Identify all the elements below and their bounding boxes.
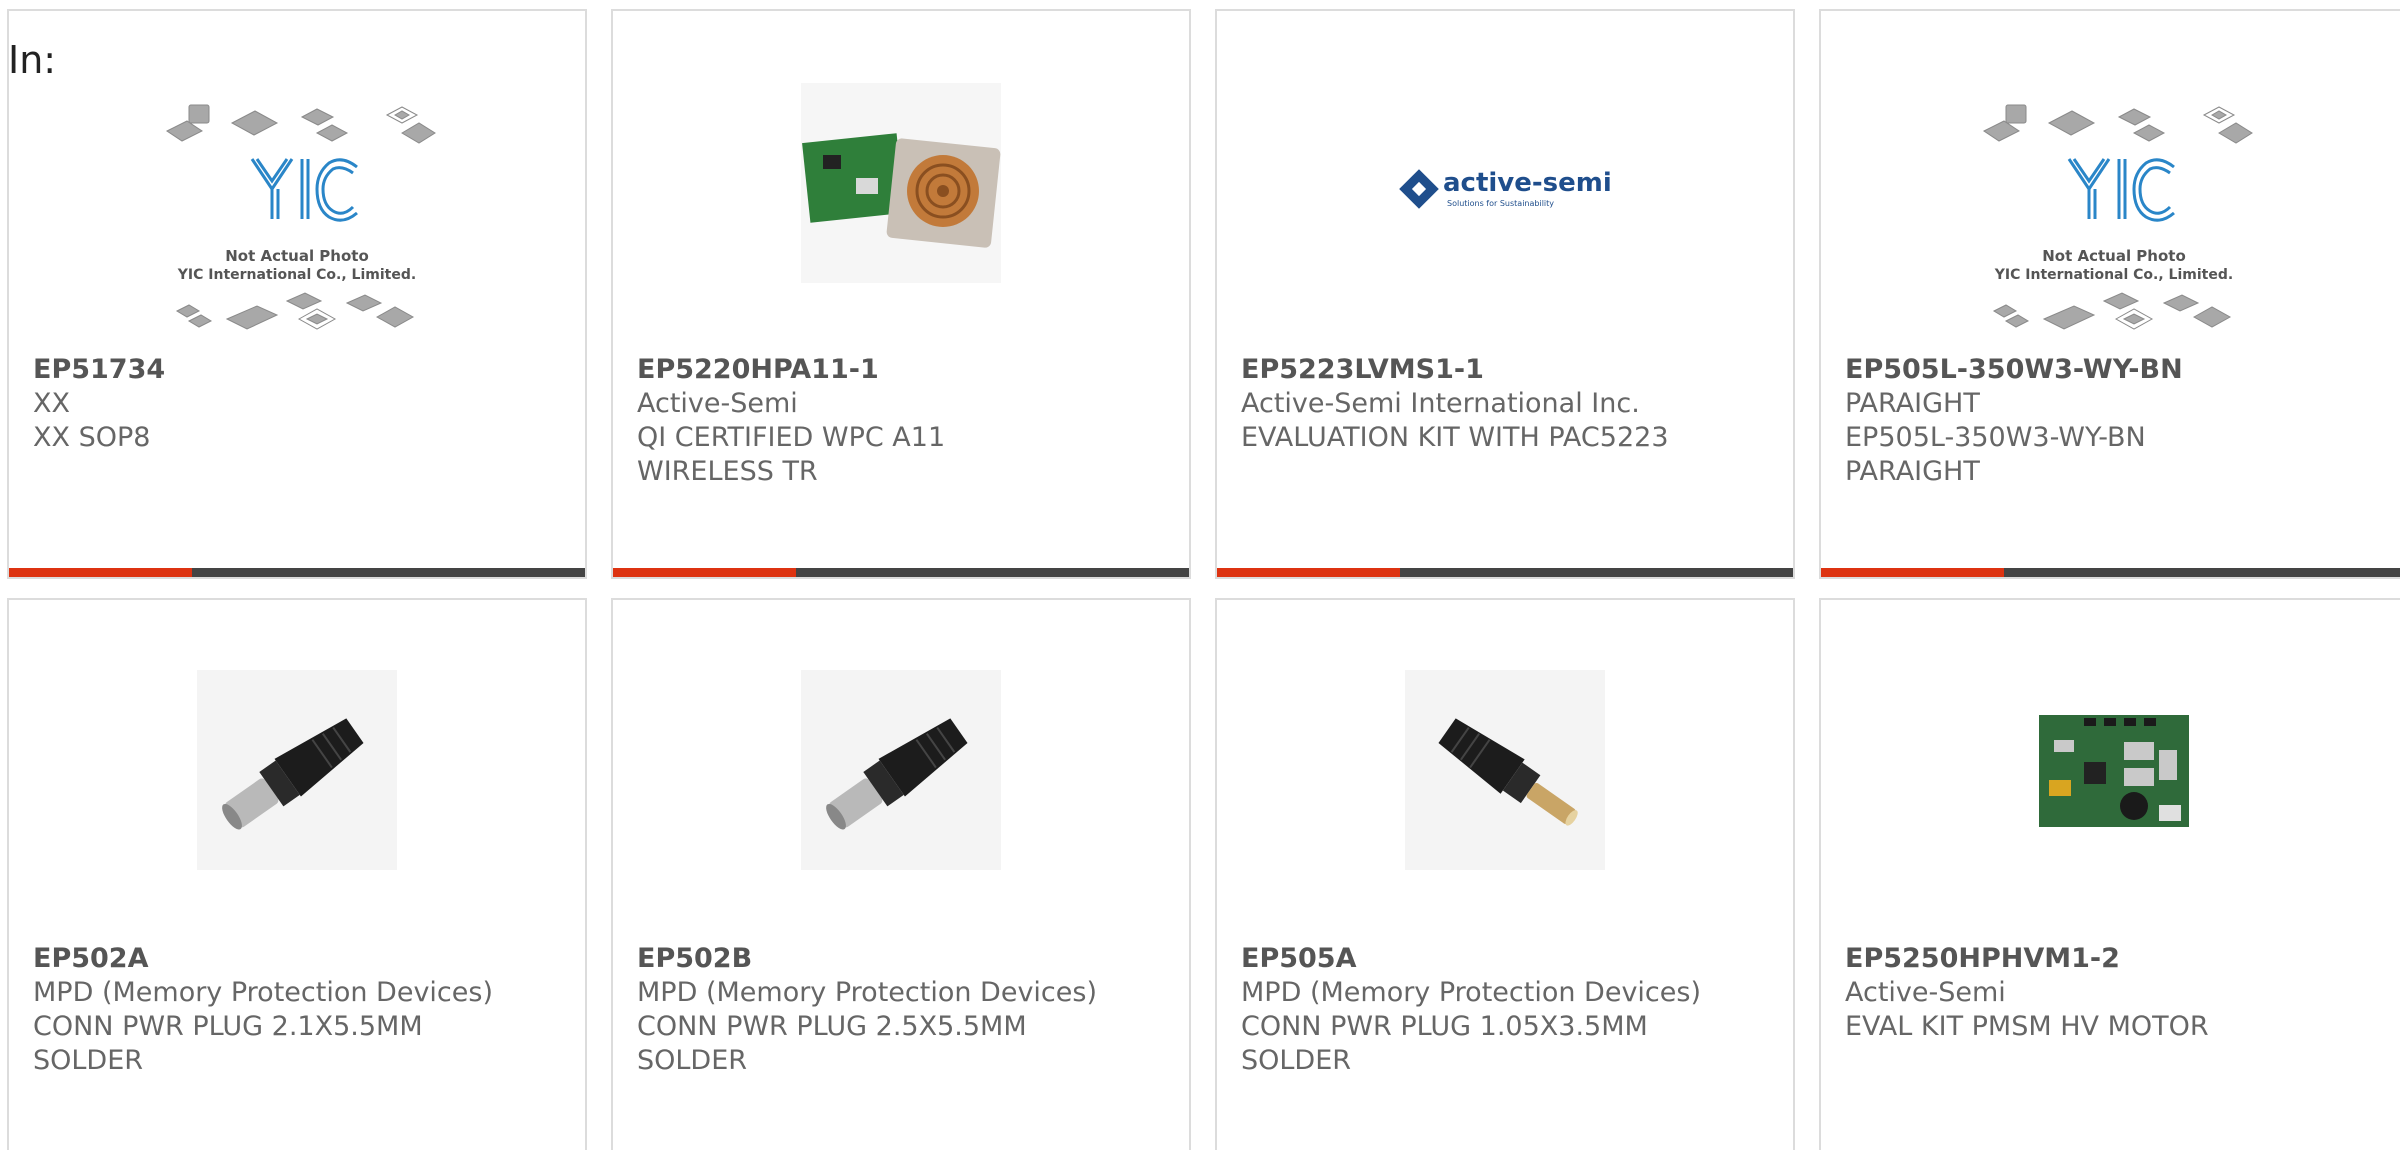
product-card[interactable]: Not Actual Photo YIC International Co., …: [1819, 9, 2400, 579]
placeholder-icon: Not Actual Photo YIC International Co., …: [1974, 101, 2254, 341]
description: XX SOP8: [33, 422, 151, 453]
manufacturer: MPD (Memory Protection Devices): [1241, 977, 1701, 1008]
product-info: EP5223LVMS1-1 Active-Semi International …: [1241, 353, 1783, 455]
card-bottom-bar: [613, 568, 1189, 577]
part-number: EP5220HPA11-1: [637, 354, 879, 385]
product-info: EP505L-350W3-WY-BN PARAIGHT EP505L-350W3…: [1845, 353, 2397, 489]
active-semi-logo: active-semi Solutions for Sustainability: [1395, 149, 1615, 229]
description: EP505L-350W3-WY-BN: [1845, 422, 2146, 453]
manufacturer: Active-Semi: [1845, 977, 2006, 1008]
part-number: EP5250HPHVM1-2: [1845, 943, 2120, 974]
product-info: EP505A MPD (Memory Protection Devices) C…: [1241, 942, 1783, 1078]
product-card[interactable]: EP502B MPD (Memory Protection Devices) C…: [611, 598, 1191, 1150]
card-bottom-bar: [9, 568, 585, 577]
power-plug-icon: [1405, 670, 1605, 870]
product-card[interactable]: EP5220HPA11-1 Active-Semi QI CERTIFIED W…: [611, 9, 1191, 579]
placeholder-caption-2: YIC International Co., Limited.: [1994, 267, 2233, 283]
part-number: EP51734: [33, 354, 166, 385]
part-number: EP505L-350W3-WY-BN: [1845, 354, 2183, 385]
description: SOLDER: [1241, 1045, 1352, 1076]
product-info: EP502B MPD (Memory Protection Devices) C…: [637, 942, 1179, 1078]
product-grid-page: In: Not Actual Photo YIC International C…: [0, 0, 2400, 1150]
manufacturer: Active-Semi International Inc.: [1241, 388, 1640, 419]
description: WIRELESS TR: [637, 456, 818, 487]
placeholder-icon: Not Actual Photo YIC International Co., …: [157, 101, 437, 341]
description: CONN PWR PLUG 2.1X5.5MM: [33, 1011, 423, 1042]
product-card[interactable]: EP5250HPHVM1-2 Active-Semi EVAL KIT PMSM…: [1819, 598, 2400, 1150]
manufacturer: Active-Semi: [637, 388, 798, 419]
manufacturer: MPD (Memory Protection Devices): [33, 977, 493, 1008]
part-number: EP505A: [1241, 943, 1357, 974]
manufacturer: MPD (Memory Protection Devices): [637, 977, 1097, 1008]
manufacturer: PARAIGHT: [1845, 388, 1980, 419]
placeholder-caption-1: Not Actual Photo: [2042, 247, 2186, 265]
description: EVALUATION KIT WITH PAC5223: [1241, 422, 1669, 453]
placeholder-caption-2: YIC International Co., Limited.: [177, 267, 416, 283]
description: SOLDER: [33, 1045, 144, 1076]
motor-board-icon: [2014, 670, 2214, 870]
product-card[interactable]: active-semi Solutions for Sustainability…: [1215, 9, 1795, 579]
filter-label: In:: [8, 38, 57, 82]
description: PARAIGHT: [1845, 456, 1980, 487]
manufacturer: XX: [33, 388, 70, 419]
product-card[interactable]: Not Actual Photo YIC International Co., …: [7, 9, 587, 579]
product-card[interactable]: EP505A MPD (Memory Protection Devices) C…: [1215, 598, 1795, 1150]
description: CONN PWR PLUG 1.05X3.5MM: [1241, 1011, 1648, 1042]
logo-tagline: Solutions for Sustainability: [1447, 199, 1554, 208]
part-number: EP5223LVMS1-1: [1241, 354, 1484, 385]
product-info: EP51734 XX XX SOP8: [33, 353, 575, 455]
description: SOLDER: [637, 1045, 748, 1076]
placeholder-caption-1: Not Actual Photo: [225, 247, 369, 265]
card-bottom-bar: [1217, 568, 1793, 577]
logo-name: active-semi: [1443, 168, 1612, 198]
product-card[interactable]: EP502A MPD (Memory Protection Devices) C…: [7, 598, 587, 1150]
description: CONN PWR PLUG 2.5X5.5MM: [637, 1011, 1027, 1042]
product-info: EP5250HPHVM1-2 Active-Semi EVAL KIT PMSM…: [1845, 942, 2397, 1044]
power-plug-icon: [197, 670, 397, 870]
description: QI CERTIFIED WPC A11: [637, 422, 946, 453]
part-number: EP502A: [33, 943, 149, 974]
part-number: EP502B: [637, 943, 753, 974]
wireless-board-icon: [801, 83, 1001, 283]
product-info: EP5220HPA11-1 Active-Semi QI CERTIFIED W…: [637, 353, 1179, 489]
description: EVAL KIT PMSM HV MOTOR: [1845, 1011, 2209, 1042]
card-bottom-bar: [1821, 568, 2400, 577]
product-info: EP502A MPD (Memory Protection Devices) C…: [33, 942, 575, 1078]
power-plug-icon: [801, 670, 1001, 870]
